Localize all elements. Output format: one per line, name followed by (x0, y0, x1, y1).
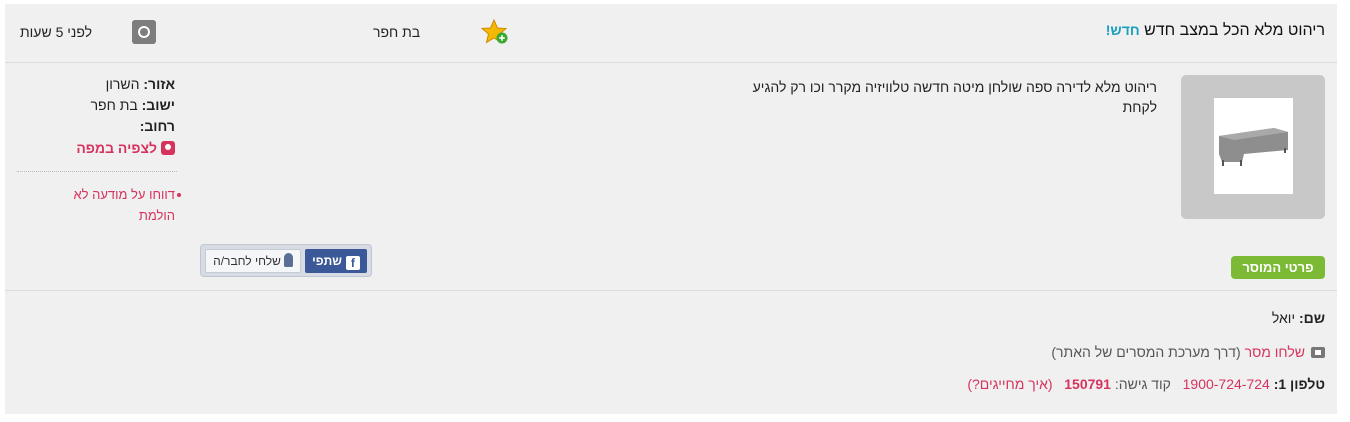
body-divider (5, 290, 1337, 291)
facebook-icon: f (345, 256, 360, 270)
listing-card: ריהוט מלא הכל במצב חדש חדש! בת חפר לפני … (5, 4, 1337, 414)
seller-details-button[interactable]: פרטי המוסר (1231, 256, 1325, 279)
seller-name-row: שם: יואל (1272, 310, 1325, 326)
star-plus-icon[interactable] (481, 18, 509, 46)
facebook-share-button[interactable]: fשתפי (305, 249, 367, 273)
send-message-note: (דרך מערכת המסרים של האתר) (1051, 344, 1241, 360)
seller-name-value: יואל (1271, 310, 1296, 326)
report-link-text: דווחו על מודעה לא הולמת (73, 187, 175, 223)
send-to-friend-label: שלחי לחבר/ה (213, 254, 281, 268)
settlement-label: ישוב: (141, 97, 175, 113)
street-label: רחוב: (139, 118, 175, 134)
how-to-dial-link[interactable]: (איך מחייגים?) (967, 376, 1052, 392)
message-arrow-icon (1311, 347, 1325, 358)
send-message-row[interactable]: שלחו מסר (דרך מערכת המסרים של האתר) (1051, 344, 1325, 360)
time-ago: לפני 5 שעות (20, 24, 93, 40)
report-link[interactable]: דווחו על מודעה לא הולמת (35, 184, 181, 226)
map-pin-icon (161, 141, 175, 155)
listing-title-text: ריהוט מלא הכל במצב חדש (1144, 22, 1325, 39)
send-to-friend-button[interactable]: שלחי לחבר/ה (205, 249, 301, 273)
region-row: אזור: השרון (15, 74, 175, 95)
access-code-label: קוד גישה: (1114, 376, 1171, 392)
clock-icon (132, 20, 156, 44)
details-divider (17, 171, 177, 172)
phone-value[interactable]: 1900-724-724 (1183, 376, 1270, 392)
listing-thumbnail[interactable] (1181, 75, 1325, 219)
seller-name-label: שם: (1298, 310, 1325, 326)
new-badge: חדש! (1105, 22, 1140, 38)
sofa-image (1214, 98, 1293, 194)
listing-title[interactable]: ריהוט מלא הכל במצב חדש חדש! (1100, 22, 1325, 40)
region-value: השרון (105, 76, 140, 92)
map-row[interactable]: לצפיה במפה (15, 138, 175, 159)
map-link[interactable]: לצפיה במפה (76, 140, 157, 156)
header-divider (5, 62, 1337, 63)
settlement-row: ישוב: בת חפר (15, 95, 175, 116)
phone-row: טלפון 1: 1900-724-724 קוד גישה: 150791 (… (967, 376, 1325, 392)
phone-label: טלפון 1: (1273, 376, 1325, 392)
share-box: fשתפי שלחי לחבר/ה (200, 244, 372, 277)
person-icon (283, 253, 293, 267)
access-code-value: 150791 (1064, 376, 1111, 392)
region-label: אזור: (143, 76, 175, 92)
facebook-share-label: שתפי (312, 254, 342, 268)
city-label: בת חפר (373, 24, 421, 40)
listing-description: ריהוט מלא לדירה ספה שולחן מיטה חדשה טלוו… (752, 79, 1157, 115)
report-bullet (177, 193, 181, 197)
send-message-link[interactable]: שלחו מסר (1245, 344, 1305, 360)
settlement-value: בת חפר (90, 97, 138, 113)
street-row: רחוב: (15, 116, 175, 137)
